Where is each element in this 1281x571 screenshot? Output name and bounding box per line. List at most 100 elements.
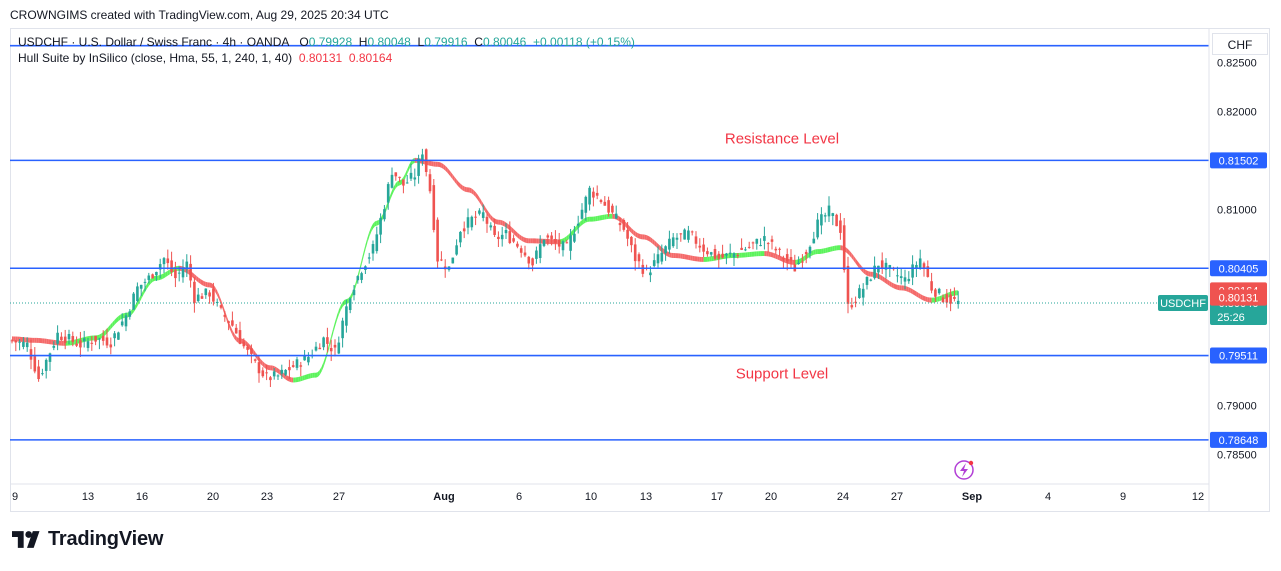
- candle-body: [565, 242, 569, 244]
- hull-segment: [336, 309, 339, 321]
- symbol-tag-label: USDCHF: [1160, 298, 1206, 310]
- candle-body: [86, 341, 90, 348]
- candle-body: [880, 260, 884, 269]
- hull-segment: [452, 174, 455, 182]
- candle-body: [660, 252, 664, 262]
- hull-segment: [314, 372, 316, 378]
- candle-body: [90, 342, 94, 344]
- hull-segment: [895, 284, 898, 290]
- hull-segment: [754, 251, 757, 257]
- hull-segment: [848, 249, 850, 256]
- hull-segment: [637, 232, 639, 239]
- candle-body: [98, 338, 101, 340]
- level-price-label: 0.80405: [1219, 263, 1259, 275]
- candle-body: [177, 272, 181, 274]
- lightning-icon[interactable]: [954, 460, 974, 480]
- candle-body: [481, 212, 485, 218]
- hull-segment: [511, 227, 514, 234]
- candle-body: [937, 288, 941, 294]
- x-tick-label: 27: [891, 491, 903, 503]
- tradingview-logo[interactable]: TradingView: [12, 528, 163, 551]
- hull-segment: [745, 252, 748, 258]
- symbol-legend: USDCHF · U.S. Dollar / Swiss Franc · 4h …: [18, 35, 635, 49]
- candle-body: [618, 223, 622, 226]
- candle-body: [698, 245, 702, 248]
- hull-segment: [207, 282, 210, 288]
- hull-segment: [741, 252, 744, 258]
- hull-segment: [466, 187, 468, 193]
- candle-body: [326, 337, 329, 344]
- open-label: O: [299, 35, 309, 49]
- candle-body: [386, 184, 390, 203]
- candle-body: [523, 252, 527, 256]
- hull-segment: [300, 375, 303, 382]
- candle-body: [462, 228, 466, 232]
- candle-body: [588, 187, 591, 205]
- hull-segment: [762, 251, 765, 257]
- x-tick-label: 16: [136, 491, 148, 503]
- hull-segment: [114, 317, 117, 325]
- candle-body: [348, 298, 352, 310]
- hull-segment: [365, 238, 368, 250]
- candle-body: [478, 210, 481, 214]
- candle-body: [128, 311, 132, 317]
- hull-segment: [373, 221, 375, 229]
- hull-segment: [631, 228, 634, 235]
- hull-segment: [830, 246, 833, 252]
- candle-body: [113, 333, 116, 339]
- hull-segment: [454, 177, 457, 185]
- x-tick-label: Aug: [433, 491, 454, 503]
- hull-segment: [595, 216, 598, 222]
- x-tick-label: 17: [711, 491, 723, 503]
- candle-body: [18, 341, 21, 343]
- candle-body: [751, 242, 755, 244]
- candle-body: [413, 177, 417, 180]
- hull-segment: [629, 226, 632, 233]
- candle-body: [801, 261, 804, 263]
- hull-segment: [823, 248, 826, 254]
- y-tick-label: 0.81000: [1217, 204, 1257, 216]
- candle-body: [713, 249, 717, 259]
- candle-body: [14, 340, 18, 343]
- indicator-value-1: 0.80131: [298, 51, 343, 65]
- hull-segment: [924, 295, 926, 302]
- x-tick-label: 20: [765, 491, 777, 503]
- hull-segment: [50, 339, 52, 345]
- candle-body: [797, 262, 800, 265]
- x-tick-label: 9: [1120, 491, 1126, 503]
- hull-segment: [851, 253, 854, 261]
- candle-body: [949, 294, 952, 304]
- hull-segment: [929, 297, 932, 303]
- candle-body: [903, 277, 907, 282]
- hull-segment: [48, 339, 50, 345]
- hull-segment: [276, 367, 278, 374]
- hull-segment: [215, 287, 218, 296]
- hull-segment: [319, 366, 322, 375]
- candle-body: [345, 306, 348, 326]
- candle-body: [869, 279, 873, 281]
- candle-body: [542, 239, 546, 246]
- hull-segment: [359, 259, 362, 273]
- candle-body: [307, 356, 310, 363]
- candle-body: [139, 284, 143, 289]
- candle-body: [789, 257, 793, 261]
- hull-segment: [304, 374, 307, 381]
- hull-segment: [460, 183, 463, 191]
- candle-body: [440, 259, 443, 261]
- candle-body: [117, 332, 120, 340]
- hull-segment: [906, 286, 909, 293]
- hull-segment: [395, 181, 398, 189]
- hull-segment: [447, 167, 449, 175]
- hull-segment: [450, 172, 453, 180]
- indicator-price-label: 0.80131: [1219, 293, 1259, 305]
- candle-body: [109, 344, 113, 348]
- candle-body: [227, 321, 230, 323]
- price-chart[interactable]: 0.82500 0.82000 0.81000 0.79000 0.78500 9 13 16…: [0, 0, 1281, 571]
- hull-segment: [36, 337, 39, 343]
- hull-segment: [849, 251, 852, 259]
- candle-body: [94, 335, 97, 342]
- candle-body: [288, 367, 291, 371]
- candle-body: [782, 258, 785, 260]
- currency-button[interactable]: CHF: [1212, 33, 1268, 55]
- hull-segment: [473, 190, 476, 197]
